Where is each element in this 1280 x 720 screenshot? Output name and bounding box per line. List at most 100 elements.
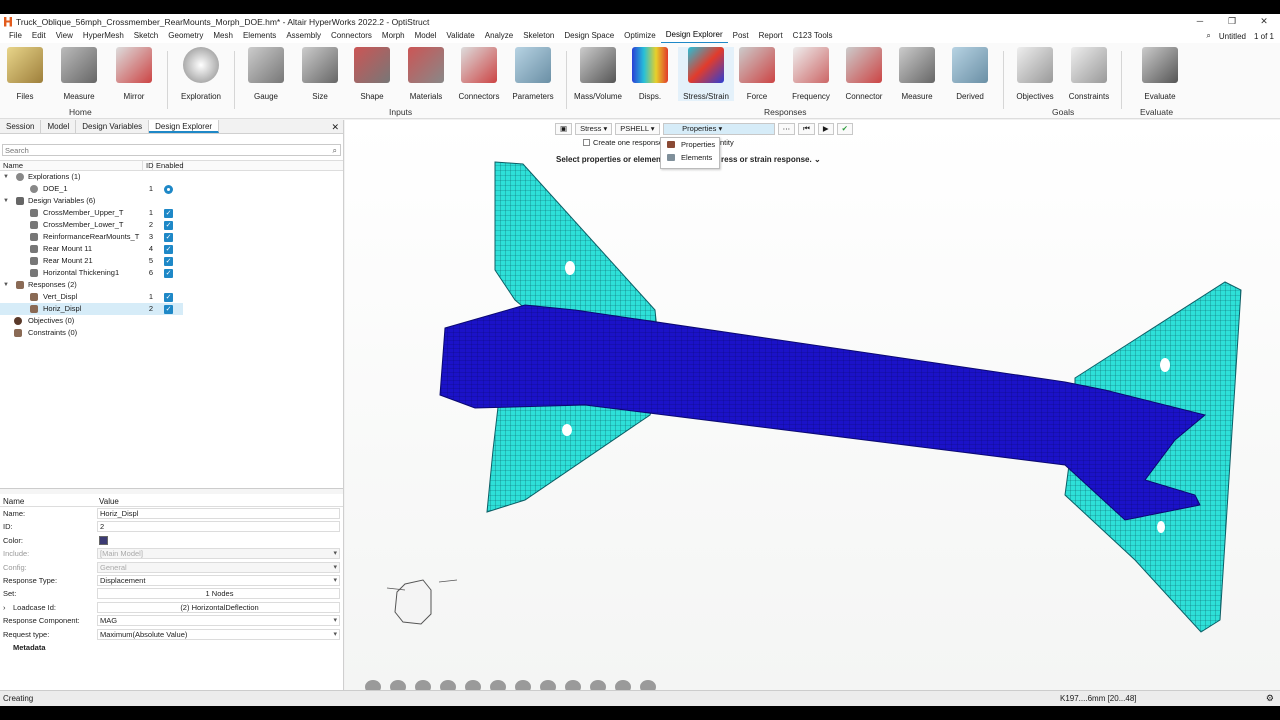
menu-mesh[interactable]: Mesh: [208, 29, 238, 43]
enabled-checkbox[interactable]: ✓: [164, 233, 173, 242]
menu-file[interactable]: File: [4, 29, 27, 43]
status-component[interactable]: K197....6mm [20...48]: [1060, 694, 1136, 703]
menu-design-space[interactable]: Design Space: [559, 29, 619, 43]
response-type-dropdown[interactable]: Stress ▾: [575, 123, 613, 135]
exploration-tool[interactable]: Exploration: [173, 47, 229, 101]
menu-item-elements[interactable]: Elements: [661, 151, 719, 164]
constraints-tool[interactable]: Constraints: [1061, 47, 1117, 101]
force-tool[interactable]: Force: [729, 47, 785, 101]
display-icon[interactable]: [440, 680, 456, 690]
rotate-icon[interactable]: [540, 680, 556, 690]
enabled-checkbox[interactable]: ✓: [164, 305, 173, 314]
stress-strain-tool[interactable]: Stress/Strain: [678, 47, 734, 101]
col-enabled[interactable]: Enabled: [153, 161, 184, 170]
splitter-handle[interactable]: [0, 488, 343, 494]
color-icon[interactable]: [515, 680, 531, 690]
col-id[interactable]: ID: [143, 161, 154, 170]
collapse-icon[interactable]: ▼: [2, 279, 10, 291]
id-field[interactable]: 2: [97, 521, 340, 533]
settings-icon[interactable]: ⚙: [1266, 693, 1274, 704]
name-field[interactable]: Horiz_Displ: [97, 508, 340, 519]
mass-volume-tool[interactable]: Mass/Volume: [570, 47, 626, 101]
enabled-checkbox[interactable]: ✓: [164, 269, 173, 278]
enabled-checkbox[interactable]: ✓: [164, 293, 173, 302]
response-icon-button[interactable]: ▣: [555, 123, 573, 135]
menu-skeleton[interactable]: Skeleton: [518, 29, 559, 43]
size-tool[interactable]: Size: [292, 47, 348, 101]
tab-design-variables[interactable]: Design Variables: [76, 120, 150, 133]
menu-connectors[interactable]: Connectors: [326, 29, 377, 43]
search-icon[interactable]: ⌕: [333, 146, 337, 156]
menu-design-explorer[interactable]: Design Explorer: [660, 28, 728, 44]
collapse-icon[interactable]: ▼: [2, 195, 10, 207]
tree-dv-5[interactable]: Rear Mount 21 5 ✓: [0, 255, 343, 267]
menu-post[interactable]: Post: [728, 29, 754, 43]
axis-icon[interactable]: [565, 680, 581, 690]
tree-responses[interactable]: ▼ Responses (2): [0, 279, 343, 291]
derived-tool[interactable]: Derived: [942, 47, 998, 101]
menu-validate[interactable]: Validate: [441, 29, 479, 43]
menu-elements[interactable]: Elements: [238, 29, 281, 43]
graphics-viewport[interactable]: ▣ Stress ▾ PSHELL ▾ Properties ▾ ⋯ ⏮ ▶ ✔…: [345, 120, 1280, 690]
session-name[interactable]: Untitled: [1219, 32, 1246, 41]
search-icon[interactable]: ⌕: [1206, 31, 1210, 41]
measure-response-tool[interactable]: Measure: [889, 47, 945, 101]
next-button[interactable]: ▶: [817, 123, 834, 135]
set-selector[interactable]: 1 Nodes: [97, 588, 340, 600]
menu-view[interactable]: View: [51, 29, 78, 43]
col-name[interactable]: Name: [0, 161, 143, 170]
card-dropdown[interactable]: PSHELL ▾: [615, 123, 660, 135]
menu-morph[interactable]: Morph: [377, 29, 410, 43]
tree-design-variables[interactable]: ▼ Design Variables (6): [0, 195, 343, 207]
globe-icon[interactable]: [390, 680, 406, 690]
enabled-checkbox[interactable]: ✓: [164, 245, 173, 254]
entity-selector-dropdown[interactable]: Properties ▾: [662, 123, 775, 135]
menu-hypermesh[interactable]: HyperMesh: [78, 29, 129, 43]
menu-assembly[interactable]: Assembly: [281, 29, 326, 43]
menu-edit[interactable]: Edit: [27, 29, 51, 43]
disps-tool[interactable]: Disps.: [622, 47, 678, 101]
zoom-icon[interactable]: [590, 680, 606, 690]
mask-icon[interactable]: [465, 680, 481, 690]
confirm-check-icon[interactable]: ✔: [836, 123, 853, 135]
view-icon[interactable]: [365, 680, 381, 690]
menu-optimize[interactable]: Optimize: [619, 29, 661, 43]
search-input[interactable]: [3, 145, 323, 155]
shape-tool[interactable]: Shape: [344, 47, 400, 101]
collapse-icon[interactable]: ▼: [2, 171, 10, 183]
response-type-select[interactable]: Displacement: [97, 574, 340, 586]
mirror-tool[interactable]: Mirror: [106, 47, 162, 101]
tree-constraints[interactable]: Constraints (0): [0, 327, 343, 339]
tree-response-2[interactable]: Horiz_Displ 2 ✓: [0, 303, 183, 315]
color-swatch[interactable]: [99, 535, 108, 545]
gauge-tool[interactable]: Gauge: [238, 47, 294, 101]
enabled-checkbox[interactable]: ✓: [164, 221, 173, 230]
tab-design-explorer[interactable]: Design Explorer: [149, 120, 220, 133]
tree-explorations[interactable]: ▼ Explorations (1): [0, 171, 343, 183]
fit-icon[interactable]: [415, 680, 431, 690]
request-type-select[interactable]: Maximum(Absolute Value): [97, 628, 340, 640]
tree-objectives[interactable]: Objectives (0): [0, 315, 343, 327]
expand-icon[interactable]: ⌄: [814, 155, 821, 164]
capture-icon[interactable]: [615, 680, 631, 690]
evaluate-tool[interactable]: Evaluate: [1132, 47, 1188, 101]
component-select[interactable]: MAG: [97, 615, 340, 627]
first-button[interactable]: ⏮: [798, 123, 815, 135]
enabled-checkbox[interactable]: ✓: [164, 257, 173, 266]
panel-close-icon[interactable]: ✕: [331, 122, 339, 133]
section-icon[interactable]: [490, 680, 506, 690]
tree-doe[interactable]: DOE_1 1: [0, 183, 343, 195]
menu-geometry[interactable]: Geometry: [163, 29, 208, 43]
connector-tool[interactable]: Connector: [836, 47, 892, 101]
connectors-tool[interactable]: Connectors: [451, 47, 507, 101]
menu-c123-tools[interactable]: C123 Tools: [788, 29, 838, 43]
materials-tool[interactable]: Materials: [398, 47, 454, 101]
tree-dv-1[interactable]: CrossMember_Upper_T 1 ✓: [0, 207, 343, 219]
expand-icon[interactable]: ›: [3, 601, 6, 614]
tab-model[interactable]: Model: [41, 120, 77, 133]
lock-icon[interactable]: [640, 680, 656, 690]
frequency-tool[interactable]: Frequency: [783, 47, 839, 101]
files-tool[interactable]: Files: [0, 47, 53, 101]
menu-report[interactable]: Report: [754, 29, 788, 43]
create-one-checkbox[interactable]: [583, 139, 590, 146]
